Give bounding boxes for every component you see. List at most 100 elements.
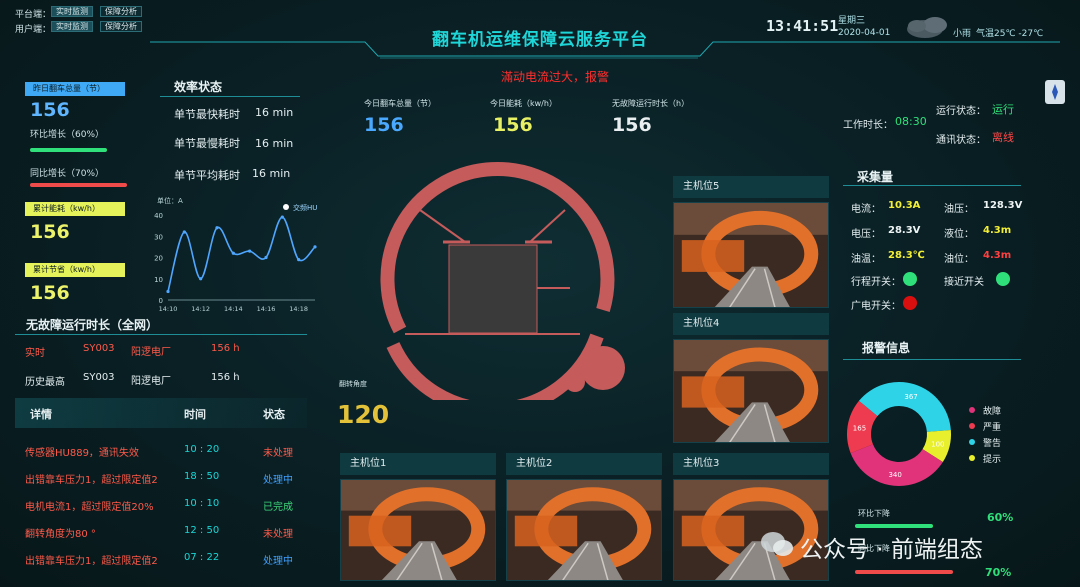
collect-value: 28.3V [888, 225, 921, 236]
event-time: 10 : 20 [184, 444, 220, 455]
chart-y-tick: 20 [154, 255, 163, 263]
cloud-icon [907, 17, 947, 38]
compass-icon [1052, 84, 1058, 100]
alarm-banner: 滿动电流过大，报警 [500, 70, 609, 84]
switch-status-indicator [903, 272, 917, 286]
uptime-divider [15, 334, 307, 335]
event-time: 10 : 10 [184, 498, 220, 509]
work-time-label: 工作时长： [843, 120, 893, 131]
chart-point [182, 230, 186, 234]
chart-x-tick: 14:12 [191, 305, 210, 313]
event-detail: 电机电流1，超过限定值20% [25, 502, 154, 513]
machine-camera-feed[interactable] [506, 479, 662, 581]
collect-value: 10.3A [888, 200, 921, 211]
kpi-yesterday-value: 156 [30, 99, 70, 121]
alarm-mom-value: 60% [987, 511, 1014, 524]
machine-panel-title: 主机位3 [673, 453, 829, 475]
machine-panel-title: 主机位4 [673, 313, 829, 335]
chart-y-tick: 40 [154, 212, 163, 220]
today-total-label: 今日翻车总量（节） [364, 99, 436, 108]
kpi-energy-value: 156 [30, 221, 70, 243]
weather: 小雨 [953, 29, 972, 39]
switch-status-indicator [903, 296, 917, 310]
legend-label: 提示 [983, 455, 1002, 465]
donut-slice-label: 367 [904, 393, 917, 401]
chart-point [280, 215, 284, 219]
uptime-realtime-plant: 阳逻电厂 [131, 347, 171, 358]
comm-status-label: 通讯状态： [936, 135, 986, 146]
kpi-saving-label: 累计节省（kw/h） [25, 263, 125, 277]
event-detail: 翻转角度为80 ° [25, 529, 96, 540]
switch-label: 广电开关： [851, 301, 901, 312]
alarm-yoy-value: 70% [985, 566, 1012, 579]
eff-fast-label: 单节最快耗时 [174, 108, 240, 121]
chart-point [215, 226, 219, 230]
growth-yoy-bar [30, 183, 127, 187]
uptime-realtime-type: 实时 [25, 348, 45, 359]
efficiency-divider [160, 96, 300, 97]
chart-y-tick: 10 [154, 276, 163, 284]
temperature: 气温25℃ -27℃ [976, 29, 1044, 39]
weekday: 星期三 [838, 16, 866, 26]
uptime-realtime-hours: 156 h [211, 343, 240, 354]
run-status-label: 运行状态： [936, 106, 986, 117]
machine-camera-feed[interactable] [340, 479, 496, 581]
kpi-energy-label: 累计能耗（kw/h） [25, 202, 125, 216]
events-col-status: 状态 [263, 408, 285, 421]
alarms-title: 报警信息 [862, 341, 911, 355]
event-time: 07 : 22 [184, 552, 220, 563]
switch-status-indicator [996, 272, 1010, 286]
chart-point [297, 258, 301, 262]
dumper-machine-graphic [380, 162, 625, 400]
event-status: 未处理 [263, 529, 293, 540]
chart-y-tick: 0 [159, 297, 163, 305]
uptime-record-plant: 阳逻电厂 [131, 376, 171, 387]
collect-label: 电流： [851, 204, 881, 215]
compass-button[interactable] [1045, 80, 1065, 104]
work-time-value: 08:30 [895, 115, 927, 128]
comm-status-value: 离线 [992, 131, 1014, 144]
eff-avg-value: 16 min [252, 167, 291, 180]
alarm-yoy-bar [855, 570, 953, 574]
chart-point [166, 289, 170, 294]
event-detail: 出错靠车压力1，超过限定值20 [25, 556, 158, 567]
event-detail: 传感器HU889，通讯失效 [25, 448, 139, 459]
collect-label: 电压： [851, 229, 881, 240]
eff-slow-value: 16 min [255, 137, 294, 150]
run-status-value: 运行 [992, 103, 1014, 116]
machine-camera-feed[interactable] [673, 339, 829, 443]
event-status: 已完成 [263, 502, 293, 513]
donut-slice-label: 340 [888, 471, 901, 479]
uptime-record-type: 历史最高 [25, 377, 65, 388]
collect-divider [843, 185, 1021, 186]
angle-value: 120 [337, 400, 390, 429]
donut-slice-label: 165 [853, 425, 866, 433]
machine-camera-feed[interactable] [673, 202, 829, 308]
uptime-title: 无故障运行时长（全网） [26, 318, 159, 332]
collect-title: 采集量 [857, 170, 894, 184]
watermark-text: 公众号 · 前端组态 [800, 537, 983, 563]
chart-point [248, 249, 252, 253]
growth-mom-bar [30, 148, 107, 152]
machine-panel-title: 主机位2 [506, 453, 662, 475]
chart-x-tick: 14:16 [257, 305, 276, 313]
today-energy-label: 今日能耗（kw/h） [490, 99, 557, 108]
machine-panel-title: 主机位1 [340, 453, 496, 475]
wechat-icon [761, 532, 793, 556]
date: 2020-04-01 [838, 28, 891, 38]
chart-unit-label: 单位：A [157, 196, 183, 205]
collect-value: 4.3m [983, 225, 1012, 236]
chart-point [199, 277, 203, 281]
today-uptime-label: 无故障运行时长（h） [612, 99, 690, 108]
chart-point [313, 245, 317, 249]
machine-photo [674, 340, 828, 442]
alarm-mom-label: 环比下降 [858, 509, 890, 518]
growth-mom-label: 环比增长（60%） [30, 130, 105, 140]
collect-label: 液位： [944, 229, 974, 240]
clock: 13:41:51 [766, 17, 839, 35]
collect-value: 28.3℃ [888, 250, 925, 261]
chart-x-tick: 14:14 [224, 305, 243, 313]
eff-avg-label: 单节平均耗时 [174, 169, 240, 182]
chart-legend-marker [283, 204, 289, 210]
collect-value: 128.3V [983, 200, 1023, 211]
